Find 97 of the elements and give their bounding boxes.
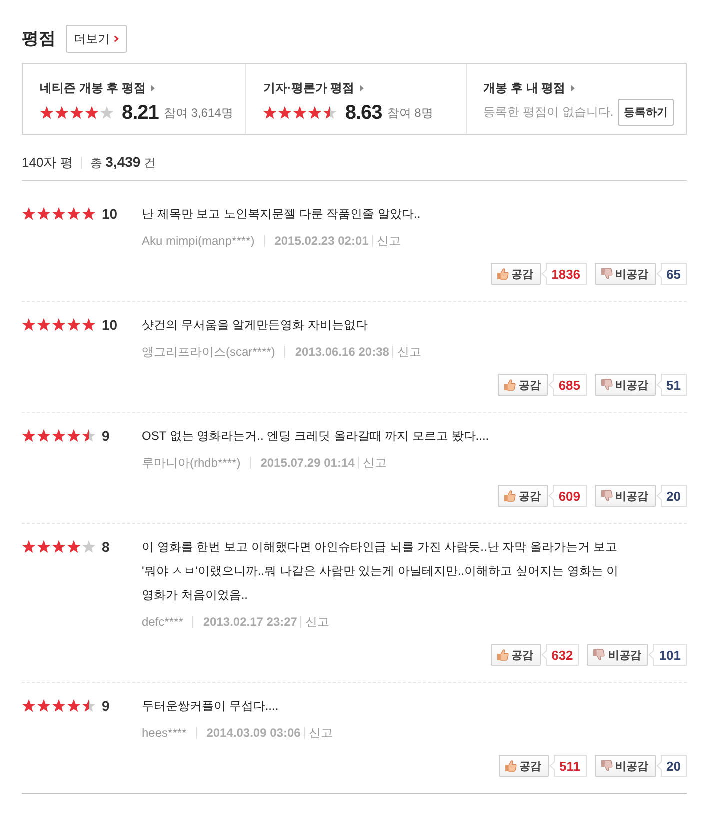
review-text: 이 영화를 한번 보고 이해했다면 아인슈타인급 뇌를 가진 사람듯..난 자막 올라가는거 보고 '뭐야 ㅅㅂ'이랬으니까..뭐 나같은 사람만 있는게 아닐테지만..이해하고 싶어지는 영화는 이 영화가 처음이었음.. xyxy=(142,539,620,604)
register-button[interactable]: 등록하기 xyxy=(618,99,674,126)
review-text: OST 없는 영화라는거.. 엔딩 크레딧 올라갈때 까지 모르고 봤다.... xyxy=(142,428,490,445)
star-icon xyxy=(263,106,278,120)
caret-right-icon xyxy=(570,84,575,92)
like-button[interactable]: 공감 xyxy=(498,485,548,507)
review-score: 8 xyxy=(102,538,110,557)
star-icon xyxy=(70,106,84,120)
star-icon xyxy=(67,429,81,443)
star-icon xyxy=(293,106,308,120)
average-score: 8.63 xyxy=(345,102,382,124)
star-icon xyxy=(22,429,36,443)
star-icon xyxy=(82,540,96,554)
star-icon xyxy=(52,540,66,554)
star-icon xyxy=(308,106,322,120)
star-icon xyxy=(67,207,81,221)
chevron-right-icon xyxy=(114,35,119,43)
review-score: 10 xyxy=(102,205,118,224)
review-score: 9 xyxy=(102,427,110,446)
section-title: 평점 xyxy=(22,28,56,50)
star-icon xyxy=(52,318,66,332)
dislike-button[interactable]: 비공감 xyxy=(594,374,656,396)
review-text: 샷건의 무서움을 알게만든영화 자비는없다 xyxy=(142,317,370,334)
star-icon xyxy=(37,429,51,443)
more-button[interactable]: 더보기 xyxy=(66,25,127,53)
star-icon xyxy=(82,429,96,443)
caret-right-icon xyxy=(151,84,156,92)
star-icon xyxy=(82,207,96,221)
star-icon xyxy=(82,699,96,713)
rating-category-link[interactable]: 개봉 후 내 평점 xyxy=(484,80,566,96)
review-text: 난 제목만 보고 노인복지문젤 다룬 작품인줄 알았다.. xyxy=(142,206,422,223)
rating-category-link[interactable]: 기자·평론가 평점 xyxy=(263,80,355,96)
like-count: 632 xyxy=(540,644,580,666)
average-score: 8.21 xyxy=(122,102,159,124)
like-count: 1836 xyxy=(540,263,587,285)
star-icon xyxy=(22,318,36,332)
thumbs-up-icon xyxy=(504,490,516,502)
star-icon xyxy=(52,429,66,443)
star-icon xyxy=(37,699,51,713)
caret-right-icon xyxy=(360,84,364,92)
review-date: 2015.02.23 02:01 xyxy=(264,235,369,247)
thumbs-down-icon xyxy=(600,490,613,502)
dislike-count: 101 xyxy=(648,644,687,666)
dislike-count: 65 xyxy=(656,263,687,285)
star-icon xyxy=(67,540,81,554)
review-date: 2014.03.09 03:06 xyxy=(196,727,301,739)
participant-count: 참여 8명 xyxy=(387,104,434,122)
review-score: 10 xyxy=(102,316,118,335)
like-button[interactable]: 공감 xyxy=(498,755,549,777)
star-icon xyxy=(37,207,51,221)
thumbs-down-icon xyxy=(593,649,606,661)
thumbs-down-icon xyxy=(600,379,613,391)
star-icon xyxy=(37,540,51,554)
star-icon xyxy=(22,540,36,554)
total-count: 총 3,439 건 xyxy=(89,154,156,172)
thumbs-down-icon xyxy=(600,760,613,772)
star-icon xyxy=(82,318,96,332)
dislike-count: 51 xyxy=(656,374,687,396)
review-text: 두터운쌍커플이 무섭다.... xyxy=(142,698,280,715)
review-score: 9 xyxy=(102,697,110,716)
dislike-button[interactable]: 비공감 xyxy=(594,485,656,507)
star-icon xyxy=(85,106,99,120)
participant-count: 참여 3,614명 xyxy=(164,104,234,122)
rating-category-link[interactable]: 네티즌 개봉 후 평점 xyxy=(40,80,146,96)
star-icon xyxy=(52,699,66,713)
thumbs-up-icon xyxy=(504,379,516,391)
dislike-count: 20 xyxy=(656,755,687,777)
star-icon xyxy=(22,207,36,221)
star-icon xyxy=(37,318,51,332)
like-count: 609 xyxy=(548,485,587,507)
dislike-button[interactable]: 비공감 xyxy=(594,263,656,285)
star-icon xyxy=(40,106,54,120)
thumbs-down-icon xyxy=(600,268,613,280)
like-button[interactable]: 공감 xyxy=(490,263,541,285)
star-icon xyxy=(67,699,81,713)
dislike-button[interactable]: 비공감 xyxy=(594,755,656,777)
review-date: 2013.02.17 23:27 xyxy=(192,616,298,628)
dislike-button[interactable]: 비공감 xyxy=(587,644,648,666)
star-icon xyxy=(52,207,66,221)
reviews-label: 140자 평 xyxy=(22,157,82,169)
like-button[interactable]: 공감 xyxy=(498,374,548,396)
star-icon xyxy=(22,699,36,713)
star-icon xyxy=(278,106,292,120)
review-date: 2013.06.16 20:38 xyxy=(284,346,390,358)
like-count: 685 xyxy=(548,374,587,396)
like-count: 511 xyxy=(548,755,587,777)
star-icon xyxy=(55,106,69,120)
star-icon xyxy=(100,106,114,120)
star-icon xyxy=(67,318,81,332)
star-icon xyxy=(323,106,338,120)
thumbs-up-icon xyxy=(496,649,509,661)
dislike-count: 20 xyxy=(656,485,687,507)
thumbs-up-icon xyxy=(504,760,517,772)
empty-rating-message: 등록한 평점이 없습니다. xyxy=(484,104,614,121)
review-date: 2015.07.29 01:14 xyxy=(250,457,355,469)
thumbs-up-icon xyxy=(496,268,509,280)
like-button[interactable]: 공감 xyxy=(490,644,541,666)
